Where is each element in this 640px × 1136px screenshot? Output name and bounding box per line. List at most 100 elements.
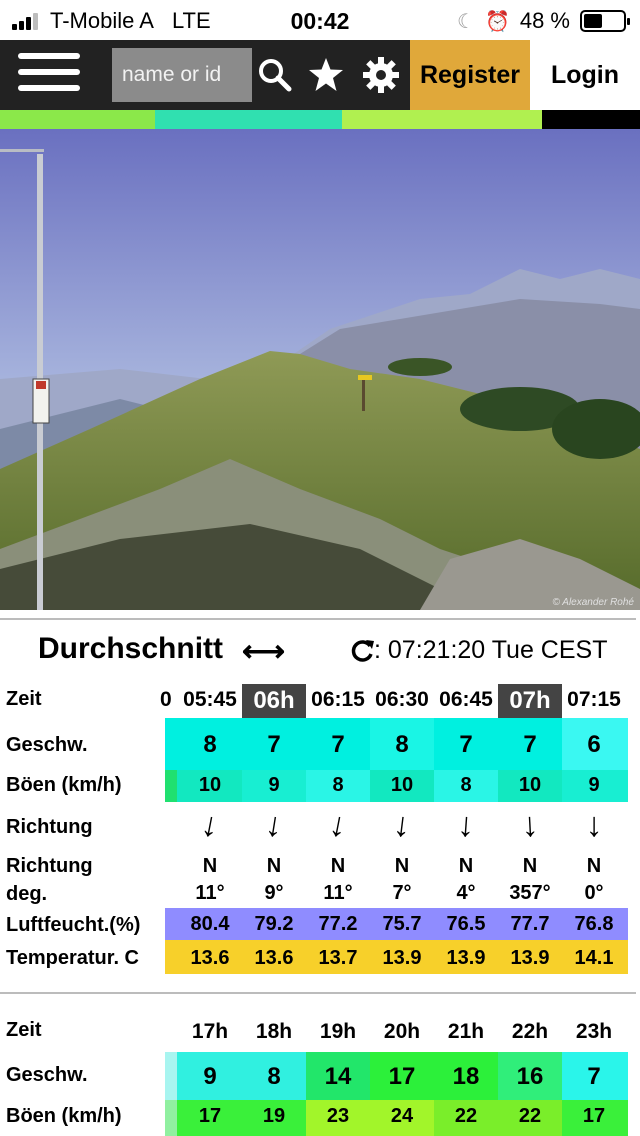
time-cell-clipped: 0 [160,688,172,711]
moon-icon: ☾ [457,10,475,33]
speed-cell: 16 [516,1063,544,1090]
register-button[interactable]: Register [410,40,530,110]
direction-letter: N [202,855,218,877]
direction-degree: 357° [509,882,551,904]
time-header-cell: 06:45 [439,688,493,711]
refresh-icon[interactable] [348,637,376,665]
temperature-cell: 13.9 [382,947,422,969]
gust-cell-bg [165,770,177,802]
login-button[interactable]: Login [530,40,640,110]
row-label-richtung: Richtung [6,816,93,838]
wind-color-strip [542,110,640,129]
speed-cell-bg [165,1052,177,1100]
gust-cell: 8 [460,774,472,796]
gust-cell: 10 [198,774,222,796]
direction-letter: N [394,855,410,877]
direction-arrow-icon: ↓ [198,804,223,846]
section-divider [0,618,636,620]
speed-cell: 14 [324,1063,352,1090]
row-label-deg: deg. [6,883,48,905]
direction-degree: 4° [456,882,476,904]
direction-degree: 9° [264,882,284,904]
wind-color-strip [342,110,542,129]
gust-cell: 17 [582,1105,606,1127]
battery-percent: 48 % [519,8,570,33]
row-label-boeen: Böen (km/h) [6,1105,122,1127]
direction-arrow-icon: ↓ [262,804,286,846]
time-header-cell: 06:30 [375,688,429,711]
gust-cell-bg [165,1100,177,1136]
gust-cell: 22 [454,1105,478,1127]
row-label-geschw: Geschw. [6,734,88,756]
direction-letter: N [522,855,538,877]
time-header-cell: 05:45 [183,688,237,711]
update-time: : 07:21:20 Tue CEST [374,636,608,664]
speed-cell: 18 [452,1063,480,1090]
gust-cell: 22 [518,1105,542,1127]
gust-cell: 19 [262,1105,286,1127]
gust-cell: 23 [326,1105,350,1127]
webcam-image[interactable]: © Alexander Rohé [0,129,640,610]
gust-cell: 9 [588,774,600,796]
wind-color-strip [0,110,155,129]
gust-cell: 24 [390,1105,414,1127]
section-divider [0,992,636,994]
time-header-cell: 06h [242,684,306,718]
row-label-geschw: Geschw. [6,1064,88,1086]
battery-icon [580,10,630,32]
humidity-cell: 77.7 [510,913,550,935]
row-label-zeit: Zeit [6,1019,42,1041]
row-label-luftfeucht: Luftfeucht.(%) [6,914,141,936]
gear-icon[interactable] [362,56,400,94]
row-label-richtung-deg: Richtung [6,855,93,877]
gust-cell: 8 [332,774,344,796]
speed-cell: 8 [203,731,217,758]
speed-cell: 17 [388,1063,416,1090]
speed-cell: 7 [587,1063,601,1090]
speed-cell: 7 [459,731,473,758]
nav-bar: Register Login [0,40,640,110]
search-input[interactable] [112,48,252,102]
direction-arrow-icon: ↓ [391,805,413,845]
temperature-cell: 13.9 [510,947,550,969]
speed-cell: 6 [587,731,601,758]
menu-icon[interactable] [18,53,80,99]
direction-degree: 11° [195,882,225,904]
row-label-boeen: Böen (km/h) [6,774,122,796]
webcam-watermark: © Alexander Rohé [553,597,635,608]
gust-cell: 10 [518,774,542,796]
humidity-cell: 76.5 [446,913,486,935]
temperature-cell: 13.6 [190,947,230,969]
toggle-arrow-icon[interactable]: ⟷ [242,634,285,669]
time-header-cell: 18h [255,1020,293,1043]
speed-cell: 8 [395,731,409,758]
temperature-cell: 14.1 [574,947,614,969]
direction-letter: N [330,855,346,877]
search-icon[interactable] [256,56,294,94]
temperature-cell: 13.6 [254,947,294,969]
direction-degree: 7° [392,882,412,904]
direction-degree: 11° [323,882,353,904]
speed-cell: 8 [267,1063,281,1090]
temperature-cell: 13.9 [446,947,486,969]
status-bar: T-Mobile A LTE 00:42 ☾ ⏰ 48 % [0,0,640,40]
gust-cell: 17 [198,1105,222,1127]
time-header-cell: 20h [383,1020,421,1043]
direction-letter: N [586,855,602,877]
direction-arrow-icon: ↓ [520,805,540,845]
gust-cell: 10 [390,774,414,796]
humidity-cell: 80.4 [190,913,230,935]
humidity-cell: 76.8 [574,913,614,935]
speed-cell: 7 [523,731,537,758]
star-icon[interactable] [307,56,345,94]
direction-arrow-icon: ↓ [585,806,603,844]
time-header-cell: 07:15 [567,688,621,711]
direction-letter: N [266,855,282,877]
wind-color-strip [155,110,342,129]
row-label-zeit: Zeit [6,688,42,710]
time-header-cell: 06:15 [311,688,365,711]
humidity-cell: 79.2 [254,913,294,935]
time-header-cell: 07h [498,684,562,718]
alarm-icon: ⏰ [484,10,510,33]
temperature-cell: 13.7 [318,947,358,969]
